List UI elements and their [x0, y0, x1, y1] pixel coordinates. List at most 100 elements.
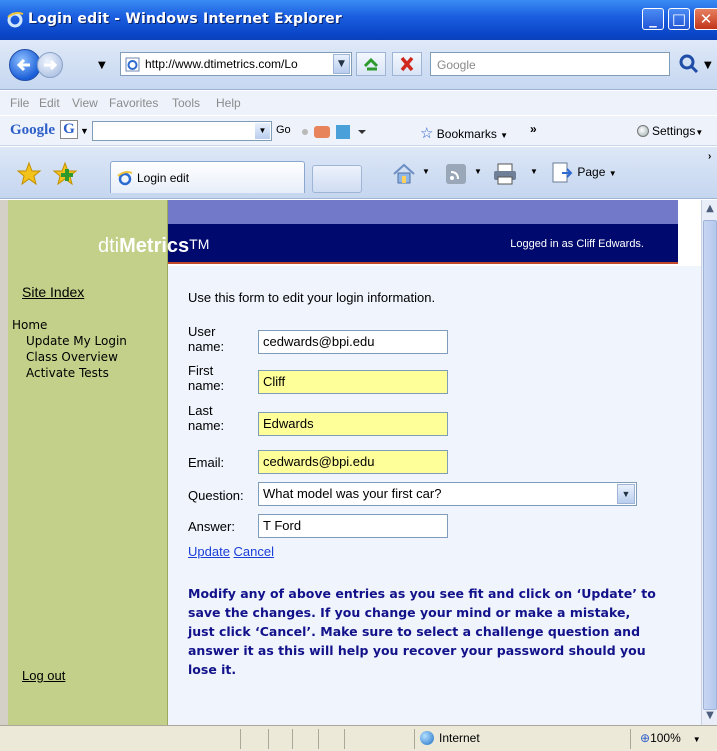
zoom-level: 100%	[650, 731, 681, 745]
zoom-control[interactable]: ⊕100% ▼	[640, 731, 701, 745]
address-input[interactable]: http://www.dtimetrics.com/Lo ▼	[120, 52, 352, 76]
logout-link[interactable]: Log out	[22, 668, 65, 683]
google-logo-text: Google	[10, 122, 55, 138]
username-field[interactable]: cedwards@bpi.edu	[258, 330, 448, 354]
menu-view[interactable]: View	[72, 96, 98, 110]
answer-field[interactable]: T Ford	[258, 514, 448, 538]
refresh-icon	[363, 57, 379, 71]
vertical-scrollbar[interactable]: ▲ ▼	[701, 200, 717, 725]
status-bar: Internet ⊕100% ▼	[0, 725, 717, 751]
menu-help[interactable]: Help	[216, 96, 241, 110]
google-logo[interactable]: Google	[10, 122, 55, 139]
star-outline-icon: ☆	[420, 125, 434, 142]
chevron-down-icon[interactable]: ▼	[474, 167, 482, 191]
close-button[interactable]: ✕	[694, 8, 717, 30]
status-divider	[344, 729, 345, 749]
question-select[interactable]: What model was your first car? ▼	[258, 482, 637, 506]
first-name-label-line2: name:	[188, 378, 225, 393]
answer-label: Answer:	[188, 519, 235, 534]
page-menu[interactable]: Page ▼	[550, 161, 617, 185]
google-search-input[interactable]: ▼	[92, 121, 272, 141]
menu-edit[interactable]: Edit	[39, 96, 60, 110]
favorites-star-icon[interactable]	[16, 161, 42, 187]
search-icon[interactable]	[676, 52, 702, 76]
chevron-down-icon: ▼	[695, 128, 704, 137]
scroll-up-icon[interactable]: ▲	[703, 202, 717, 216]
google-search-dropdown[interactable]: ▼	[255, 123, 270, 139]
settings-icon	[637, 125, 649, 137]
site-index-link[interactable]: Site Index	[22, 284, 84, 300]
forward-button[interactable]	[37, 52, 63, 78]
bookmarks-menu[interactable]: ☆ Bookmarks ▼	[420, 124, 508, 142]
chevron-down-icon[interactable]: ▼	[422, 167, 430, 191]
scroll-down-icon[interactable]: ▼	[703, 709, 717, 723]
tab-login-edit[interactable]: Login edit	[110, 161, 305, 193]
more-button[interactable]: »	[530, 122, 537, 136]
first-name-field[interactable]: Cliff	[258, 370, 448, 394]
toolbar-buttons-icon[interactable]	[300, 123, 390, 141]
last-name-label-line2: name:	[188, 418, 225, 433]
home-icon[interactable]	[390, 162, 418, 186]
chevron-down-icon: ▼	[692, 735, 701, 744]
tab-label: Login edit	[137, 171, 190, 185]
refresh-button[interactable]	[356, 52, 386, 76]
maximize-button[interactable]: □	[668, 8, 690, 30]
sidebar-item-class-overview[interactable]: Class Overview	[26, 350, 118, 364]
frame-border	[0, 200, 8, 725]
chevron-down-icon: ▼	[608, 169, 617, 179]
username-label: User name:	[188, 324, 224, 354]
settings-label: Settings	[652, 124, 696, 138]
banner-strip	[168, 200, 678, 224]
security-zone[interactable]: Internet	[420, 731, 480, 745]
bookmarks-label: Bookmarks	[436, 127, 497, 141]
recent-pages-dropdown[interactable]: ▼	[98, 60, 106, 71]
scroll-thumb[interactable]	[703, 220, 717, 710]
chevron-down-icon: ▼	[500, 131, 509, 140]
sidebar-item-activate-tests[interactable]: Activate Tests	[26, 366, 109, 380]
chevron-down-icon[interactable]: ▼	[80, 126, 89, 136]
help-text: Modify any of above entries as you see f…	[188, 586, 656, 677]
page-viewport: Site Index Home Update My Login Class Ov…	[8, 200, 701, 725]
status-divider	[268, 729, 269, 749]
brand-plain: dti	[98, 235, 120, 257]
zone-label: Internet	[439, 731, 480, 745]
sidebar-item-update-my-login[interactable]: Update My Login	[26, 334, 127, 348]
settings-menu[interactable]: Settings▼	[637, 124, 703, 138]
sidebar-home[interactable]: Home	[12, 318, 47, 332]
brand-bold: Metrics	[119, 235, 190, 257]
chevron-down-icon[interactable]: ▼	[530, 167, 538, 191]
menu-favorites[interactable]: Favorites	[109, 96, 158, 110]
google-go-button[interactable]: Go	[276, 124, 291, 136]
form-actions: Update Cancel	[188, 544, 274, 559]
menu-file[interactable]: File	[10, 96, 29, 110]
cancel-link[interactable]: Cancel	[234, 544, 274, 559]
chevron-down-icon[interactable]: ▼	[617, 484, 635, 504]
minimize-button[interactable]: _	[642, 8, 664, 30]
email-field[interactable]: cedwards@bpi.edu	[258, 450, 448, 474]
search-input[interactable]: Google	[430, 52, 670, 76]
last-name-field[interactable]: Edwards	[258, 412, 448, 436]
add-favorite-icon[interactable]	[52, 161, 78, 187]
tab-bar: Login edit ▼ ▼ ▼ Page ▼ ›	[0, 147, 717, 199]
feeds-icon[interactable]	[444, 162, 470, 186]
update-link[interactable]: Update	[188, 544, 230, 559]
status-divider	[318, 729, 319, 749]
google-g-icon[interactable]: G	[60, 120, 78, 139]
new-tab-button[interactable]	[312, 165, 362, 193]
print-icon[interactable]	[492, 162, 520, 186]
status-divider	[292, 729, 293, 749]
menu-tools[interactable]: Tools	[172, 96, 200, 110]
search-options-dropdown[interactable]: ▼	[704, 60, 712, 71]
stop-icon	[400, 56, 414, 72]
username-label-line2: name:	[188, 339, 225, 354]
first-name-label: First name:	[188, 363, 224, 393]
stop-button[interactable]	[392, 52, 422, 76]
more-commands-chevron[interactable]: ›	[708, 151, 711, 175]
main-content: Use this form to edit your login informa…	[168, 266, 701, 725]
question-selected: What model was your first car?	[263, 486, 442, 501]
logged-in-text: Logged in as Cliff Edwards.	[510, 238, 644, 250]
back-arrow-icon	[16, 58, 30, 72]
address-dropdown[interactable]: ▼	[333, 54, 350, 74]
status-divider	[240, 729, 241, 749]
username-label-line1: User	[188, 324, 216, 339]
